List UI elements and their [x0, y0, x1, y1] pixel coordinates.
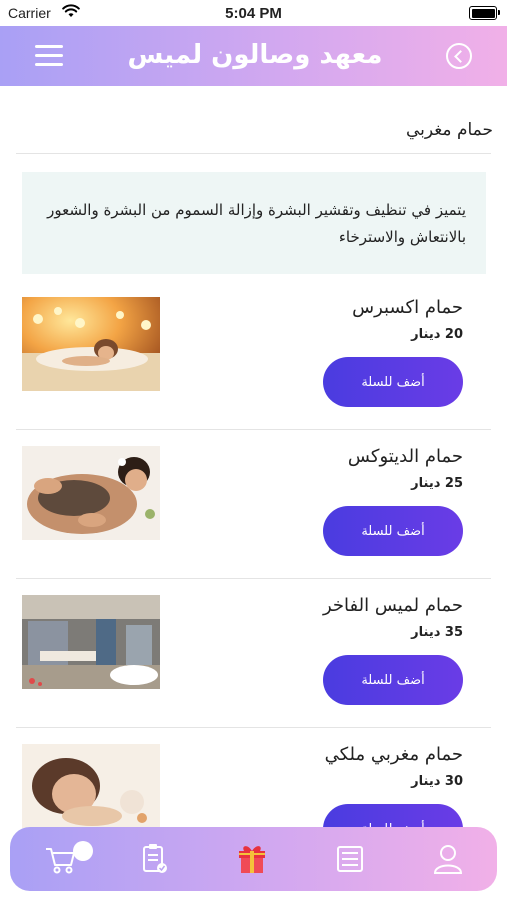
divider [16, 578, 491, 579]
product-card: حمام اكسبرس 20 دينار أضف للسلة [0, 297, 507, 445]
product-price: 30 دينار [411, 774, 463, 789]
add-to-cart-button[interactable]: أضف للسلة [323, 655, 463, 705]
product-image-relaxing-woman[interactable] [22, 744, 160, 828]
product-name: حمام اكسبرس [352, 297, 463, 318]
orders-icon[interactable] [136, 841, 172, 877]
divider [16, 727, 491, 728]
product-price: 20 دينار [411, 327, 463, 342]
product-image-spa-candles[interactable] [22, 297, 160, 391]
profile-icon[interactable] [430, 841, 466, 877]
product-card: حمام الديتوكس 25 دينار أضف للسلة [0, 446, 507, 594]
status-time: 5:04 PM [225, 5, 282, 22]
menu-list-icon[interactable] [332, 841, 368, 877]
description-box: يتميز في تنظيف وتقشير البشرة وإزالة السم… [22, 172, 486, 274]
divider [16, 429, 491, 430]
section-title: حمام مغربي [405, 120, 493, 140]
product-price: 25 دينار [411, 476, 463, 491]
page-title: معهد وصالون لميس [127, 40, 383, 70]
status-bar: Carrier 5:04 PM [0, 0, 507, 26]
cart-badge [73, 841, 93, 861]
product-image-luxury-bath[interactable] [22, 595, 160, 689]
description-text: يتميز في تنظيف وتقشير البشرة وإزالة السم… [47, 201, 466, 246]
product-image-mud-massage[interactable] [22, 446, 160, 540]
product-name: حمام لميس الفاخر [322, 595, 463, 616]
add-to-cart-button[interactable]: أضف للسلة [323, 506, 463, 556]
add-to-cart-button[interactable]: أضف للسلة [323, 357, 463, 407]
back-chevron-icon[interactable] [446, 43, 472, 69]
product-name: حمام مغربي ملكي [324, 744, 463, 765]
divider [16, 153, 491, 154]
hamburger-menu-icon[interactable] [35, 44, 63, 66]
gift-icon[interactable] [234, 841, 270, 877]
product-card: حمام لميس الفاخر 35 دينار أضف للسلة [0, 595, 507, 743]
product-name: حمام الديتوكس [347, 446, 463, 467]
product-price: 35 دينار [411, 625, 463, 640]
app-header: معهد وصالون لميس [0, 26, 507, 86]
battery-icon [469, 6, 500, 20]
